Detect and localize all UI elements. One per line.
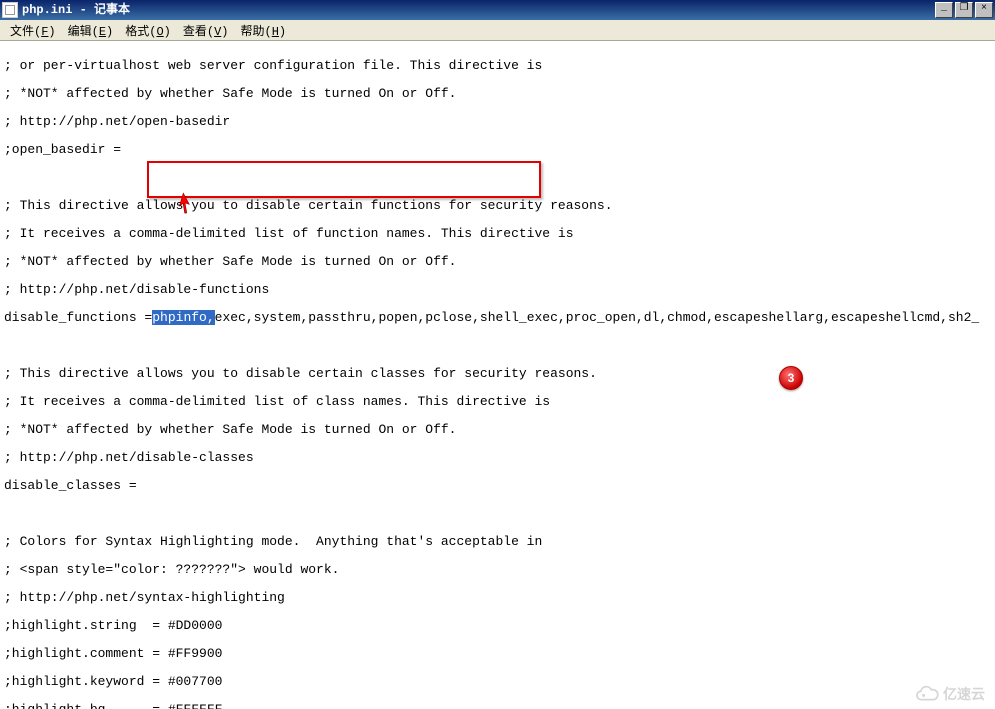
menu-view[interactable]: 查看(V) (177, 20, 235, 41)
text-editor-area[interactable]: ; or per-virtualhost web server configur… (0, 41, 995, 709)
text-line[interactable]: ; *NOT* affected by whether Safe Mode is… (4, 87, 995, 101)
text-line[interactable]: ;highlight.string = #DD0000 (4, 619, 995, 633)
maximize-button[interactable]: ❐ (955, 2, 973, 18)
menu-help[interactable]: 帮助(H) (235, 20, 293, 41)
menu-bar: 文件(F) 编辑(E) 格式(O) 查看(V) 帮助(H) (0, 20, 995, 41)
menu-edit[interactable]: 编辑(E) (62, 20, 120, 41)
text-line[interactable]: ;highlight.bg = #FFFFFF (4, 703, 995, 709)
window-titlebar: php.ini - 记事本 _ ❐ × (0, 0, 995, 20)
annotation-highlight-box (147, 161, 541, 198)
text-line[interactable]: disable_classes = (4, 479, 995, 493)
window-title: php.ini - 记事本 (22, 0, 130, 20)
close-button[interactable]: × (975, 2, 993, 18)
text-line[interactable]: ;open_basedir = (4, 143, 995, 157)
file-content[interactable]: ; or per-virtualhost web server configur… (4, 45, 995, 709)
text-line[interactable]: ; *NOT* affected by whether Safe Mode is… (4, 423, 995, 437)
text-line[interactable]: ; <span style="color: ???????"> would wo… (4, 563, 995, 577)
text-line[interactable]: ; It receives a comma-delimited list of … (4, 227, 995, 241)
watermark: 亿速云 (911, 684, 985, 704)
text-line[interactable] (4, 339, 995, 353)
notepad-app-icon (2, 2, 18, 18)
text-line[interactable]: ; *NOT* affected by whether Safe Mode is… (4, 255, 995, 269)
text-line[interactable]: ; http://php.net/syntax-highlighting (4, 591, 995, 605)
text-line[interactable]: ; This directive allows you to disable c… (4, 367, 995, 381)
text-line[interactable]: ; http://php.net/open-basedir (4, 115, 995, 129)
selected-text[interactable]: phpinfo, (152, 310, 214, 325)
text-line[interactable]: ; http://php.net/disable-functions (4, 283, 995, 297)
watermark-text: 亿速云 (943, 684, 985, 704)
minimize-button[interactable]: _ (935, 2, 953, 18)
text-line[interactable]: disable_functions =phpinfo,exec,system,p… (4, 311, 995, 325)
annotation-step-badge: 3 (779, 366, 803, 390)
text-line[interactable]: ; http://php.net/disable-classes (4, 451, 995, 465)
text-line[interactable]: ;highlight.comment = #FF9900 (4, 647, 995, 661)
text-line[interactable]: ;highlight.keyword = #007700 (4, 675, 995, 689)
menu-format[interactable]: 格式(O) (119, 20, 177, 41)
text-line[interactable]: ; This directive allows you to disable c… (4, 199, 995, 213)
text-line[interactable]: ; Colors for Syntax Highlighting mode. A… (4, 535, 995, 549)
menu-file[interactable]: 文件(F) (4, 20, 62, 41)
text-line[interactable]: ; or per-virtualhost web server configur… (4, 59, 995, 73)
text-line[interactable] (4, 507, 995, 521)
text-line[interactable]: ; It receives a comma-delimited list of … (4, 395, 995, 409)
